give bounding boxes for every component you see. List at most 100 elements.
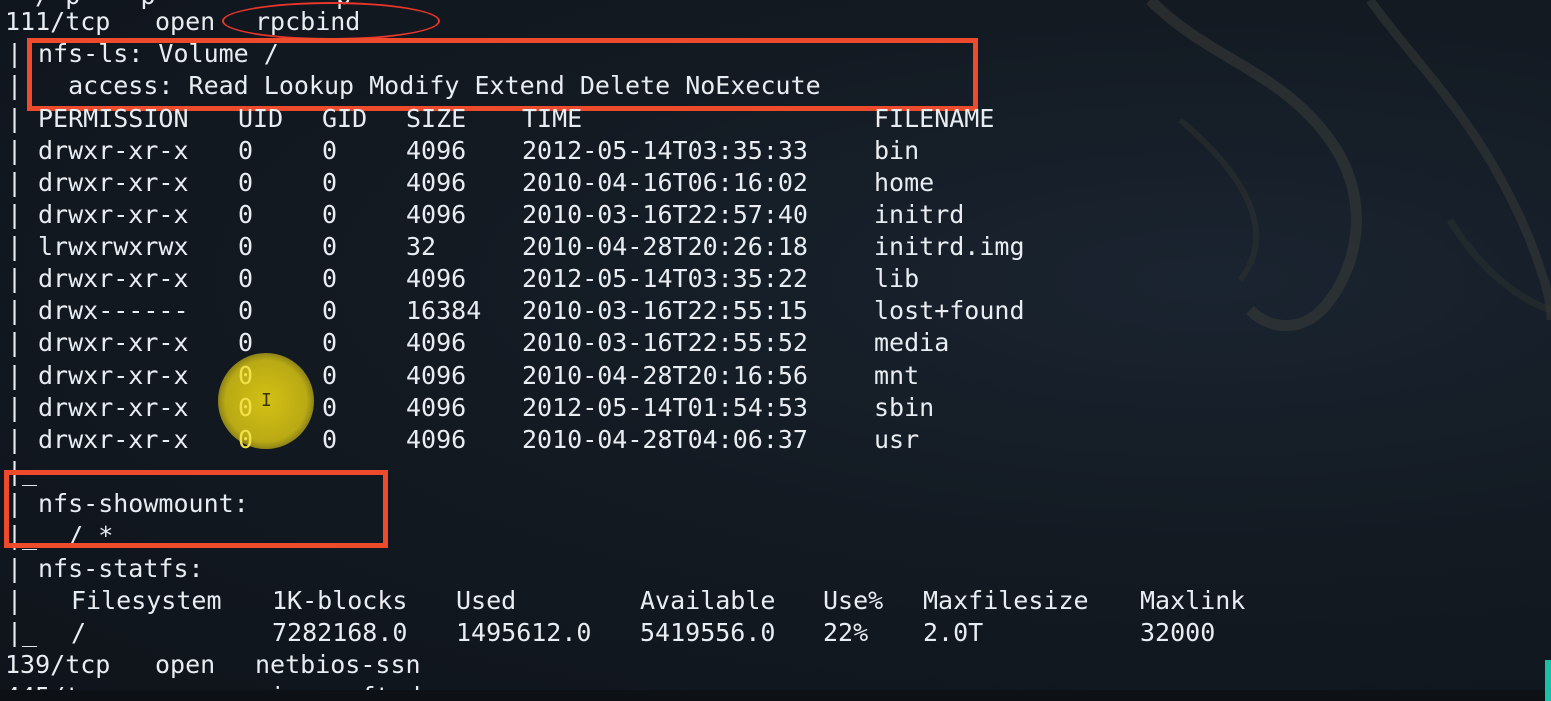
nfs-statfs-header: nfs-statfs: <box>38 554 204 583</box>
row-gid: 0 <box>322 393 338 422</box>
statfs-blocks: 7282168.0 <box>272 618 408 647</box>
row-uid: 0 <box>238 136 254 165</box>
nfs-showmount-header: nfs-showmount: <box>38 489 249 518</box>
row-filename: mnt <box>874 361 920 390</box>
output-bar: | <box>7 296 23 325</box>
row-gid: 0 <box>322 136 338 165</box>
row-gid: 0 <box>322 361 338 390</box>
row-permission: drwxr-xr-x <box>38 200 189 229</box>
row-filename: sbin <box>874 393 935 422</box>
text-cursor-icon: I <box>261 390 272 411</box>
row-time: 2010-04-16T06:16:02 <box>522 168 808 197</box>
row-size: 16384 <box>406 296 482 325</box>
row-time: 2010-03-16T22:55:15 <box>522 296 808 325</box>
col-permission: PERMISSION <box>38 104 189 133</box>
port-111-state: open <box>155 7 216 36</box>
output-bar: | <box>7 264 23 293</box>
col-gid: GID <box>322 104 368 133</box>
output-bar: | <box>7 361 23 390</box>
row-permission: drwxr-xr-x <box>38 264 189 293</box>
row-uid: 0 <box>238 425 254 454</box>
terminal-window[interactable]: / p p p 111/tcp open rpcbind | nfs-ls: V… <box>0 0 1551 701</box>
row-uid: 0 <box>238 232 254 261</box>
col-size: SIZE <box>406 104 467 133</box>
row-time: 2012-05-14T03:35:22 <box>522 264 808 293</box>
nfs-ls-header: nfs-ls: Volume / <box>38 39 279 68</box>
row-gid: 0 <box>322 200 338 229</box>
row-filename: usr <box>874 425 920 454</box>
row-permission: drwxr-xr-x <box>38 361 189 390</box>
row-gid: 0 <box>322 232 338 261</box>
row-permission: drwxr-xr-x <box>38 328 189 357</box>
row-uid: 0 <box>238 200 254 229</box>
output-bar-end: |_ <box>7 521 38 550</box>
output-bar: | <box>7 328 23 357</box>
output-bar-end: |_ <box>7 457 38 486</box>
row-gid: 0 <box>322 425 338 454</box>
row-permission: drwx------ <box>38 296 189 325</box>
row-time: 2010-03-16T22:55:52 <box>522 328 808 357</box>
statfs-col-filesystem: Filesystem <box>71 586 222 615</box>
row-uid: 0 <box>238 328 254 357</box>
output-bar: | <box>7 71 23 100</box>
row-time: 2010-03-16T22:57:40 <box>522 200 808 229</box>
row-size: 4096 <box>406 200 467 229</box>
row-size: 4096 <box>406 425 467 454</box>
bottom-edge <box>0 690 1551 701</box>
row-uid: 0 <box>238 296 254 325</box>
output-bar: | <box>7 136 23 165</box>
output-bar: | <box>7 168 23 197</box>
output-bar: | <box>7 104 23 133</box>
port-139-service: netbios-ssn <box>255 650 421 679</box>
nfs-ls-access: access: Read Lookup Modify Extend Delete… <box>38 71 821 100</box>
row-gid: 0 <box>322 328 338 357</box>
row-time: 2012-05-14T03:35:33 <box>522 136 808 165</box>
row-time: 2012-05-14T01:54:53 <box>522 393 808 422</box>
output-bar: | <box>7 489 23 518</box>
statfs-col-available: Available <box>640 586 776 615</box>
row-gid: 0 <box>322 264 338 293</box>
row-permission: drwxr-xr-x <box>38 393 189 422</box>
row-size: 4096 <box>406 361 467 390</box>
statfs-usepct: 22% <box>823 618 869 647</box>
row-size: 32 <box>406 232 437 261</box>
statfs-col-maxfilesize: Maxfilesize <box>923 586 1089 615</box>
statfs-filesystem: / <box>71 618 87 647</box>
statfs-maxfilesize: 2.0T <box>923 618 984 647</box>
output-bar: | <box>7 425 23 454</box>
row-filename: initrd <box>874 200 965 229</box>
output-bar: | <box>7 393 23 422</box>
output-bar: | <box>7 554 23 583</box>
row-uid: 0 <box>238 168 254 197</box>
row-filename: lost+found <box>874 296 1025 325</box>
output-bar: | <box>7 232 23 261</box>
port-139-number: 139/tcp <box>5 650 111 679</box>
statfs-col-maxlink: Maxlink <box>1140 586 1246 615</box>
row-size: 4096 <box>406 168 467 197</box>
row-gid: 0 <box>322 168 338 197</box>
row-size: 4096 <box>406 136 467 165</box>
row-filename: initrd.img <box>874 232 1025 261</box>
port-111-service: rpcbind <box>255 7 361 36</box>
row-time: 2010-04-28T04:06:37 <box>522 425 808 454</box>
statfs-col-blocks: 1K-blocks <box>272 586 408 615</box>
row-time: 2010-04-28T20:26:18 <box>522 232 808 261</box>
col-filename: FILENAME <box>874 104 995 133</box>
scrollbar-accent[interactable] <box>1545 660 1551 701</box>
row-time: 2010-04-28T20:16:56 <box>522 361 808 390</box>
row-permission: drwxr-xr-x <box>38 136 189 165</box>
row-size: 4096 <box>406 393 467 422</box>
output-bar-end: |_ <box>7 618 38 647</box>
row-filename: lib <box>874 264 920 293</box>
port-111-number: 111/tcp <box>5 7 111 36</box>
statfs-available: 5419556.0 <box>640 618 776 647</box>
col-uid: UID <box>238 104 284 133</box>
row-permission: drwxr-xr-x <box>38 425 189 454</box>
row-permission: drwxr-xr-x <box>38 168 189 197</box>
row-uid: 0 <box>238 393 254 422</box>
col-time: TIME <box>522 104 583 133</box>
output-bar: | <box>7 200 23 229</box>
row-uid: 0 <box>238 264 254 293</box>
statfs-maxlink: 32000 <box>1140 618 1216 647</box>
output-bar: | <box>7 586 23 615</box>
